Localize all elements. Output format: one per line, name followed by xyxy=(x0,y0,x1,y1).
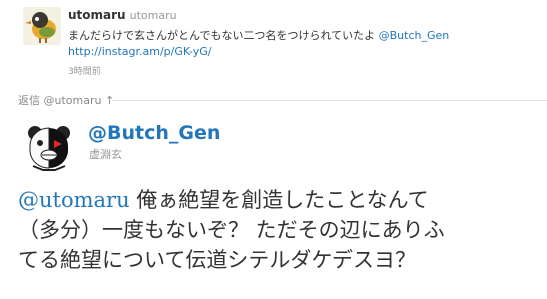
main-screen-name[interactable]: @Butch_Gen xyxy=(88,122,220,144)
in-reply-to-link[interactable]: 返信 @utomaru ↑ xyxy=(18,92,114,108)
main-mention-link[interactable]: @utomaru xyxy=(18,188,130,212)
parent-tweet-text: まんだらけで玄さんがとんでもない二つ名をつけられていたよ @Butch_Gen xyxy=(68,28,538,44)
parent-screen-name[interactable]: utomaru xyxy=(68,8,126,22)
tweet-line-1: @utomaru 俺ぁ絶望を創造したことなんて xyxy=(18,185,543,215)
main-tweet: @Butch_Gen 虚淵玄 @utomaru 俺ぁ絶望を創造したことなんて （… xyxy=(0,110,547,299)
tweet-line-3: てる絶望について伝道シテルダケデスヨ？ xyxy=(18,248,416,272)
parent-text-body: まんだらけで玄さんがとんでもない二つ名をつけられていたよ xyxy=(68,29,379,42)
tweet-line-1-text: 俺ぁ絶望を創造したことなんて xyxy=(129,188,429,212)
main-tweet-text: @utomaru 俺ぁ絶望を創造したことなんて （多分）一度もないぞ？ ただその… xyxy=(18,185,543,275)
parent-full-name: utomaru xyxy=(129,9,177,22)
bird-avatar-icon[interactable] xyxy=(23,7,61,45)
parent-timestamp[interactable]: 3時間前 xyxy=(68,64,101,77)
parent-url-link[interactable]: http://instagr.am/p/GK-yG/ xyxy=(68,45,211,58)
parent-mention-link[interactable]: @Butch_Gen xyxy=(379,29,450,42)
bear-avatar-icon[interactable] xyxy=(23,122,75,174)
tweet-line-2: （多分）一度もないぞ？ ただその辺にありふ xyxy=(18,218,445,242)
parent-tweet: utomaru utomaru まんだらけで玄さんがとんでもない二つ名をつけられて… xyxy=(0,0,547,88)
parent-names: utomaru utomaru xyxy=(68,8,177,23)
reply-bar: 返信 @utomaru ↑ xyxy=(0,88,547,110)
divider xyxy=(112,100,547,101)
main-full-name: 虚淵玄 xyxy=(89,148,122,161)
